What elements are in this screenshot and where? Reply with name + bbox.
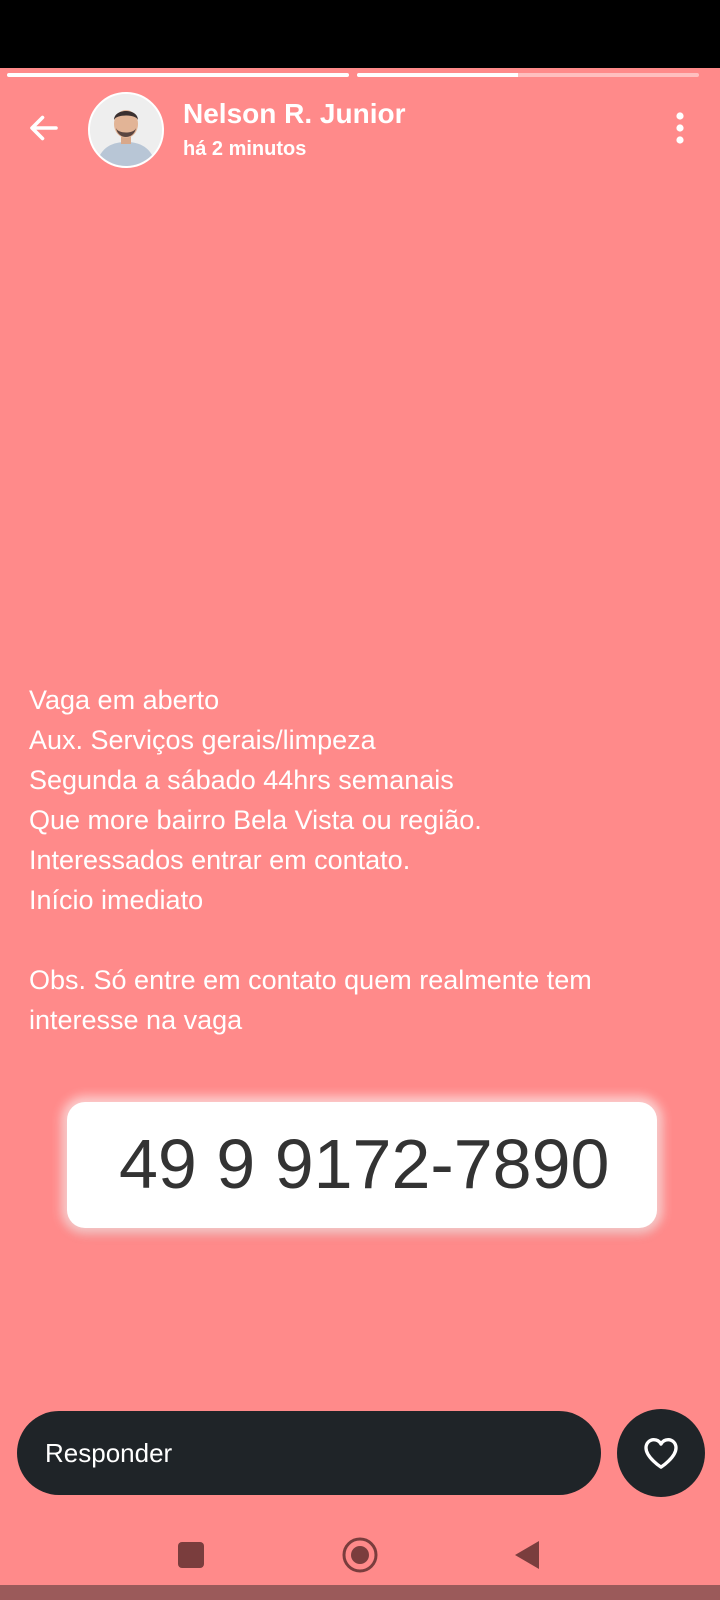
message-line: Início imediato [29,885,204,915]
message-line: Vaga em aberto [29,685,220,715]
message-line: Interessados entrar em contato. [29,845,411,875]
phone-number: 49 9 9172-7890 [119,1125,610,1203]
story-message: Vaga em aberto Aux. Serviços gerais/limp… [29,680,689,1040]
author-name[interactable]: Nelson R. Junior [183,98,405,130]
post-timestamp: há 2 minutos [183,138,307,160]
bottom-edge-strip [0,1585,720,1600]
nav-home-button[interactable] [330,1525,390,1585]
status-bar [0,0,720,68]
square-icon [178,1542,204,1568]
message-line: Segunda a sábado 44hrs semanais [29,765,454,795]
story-progress-segment-1 [7,73,349,77]
nav-recents-button[interactable] [161,1525,221,1585]
triangle-back-icon [515,1541,539,1569]
nav-back-button[interactable] [497,1525,557,1585]
message-line: Aux. Serviços gerais/limpeza [29,725,376,755]
story-progress-segment-2 [357,73,699,77]
heart-icon [644,1438,678,1469]
back-button[interactable] [22,106,66,150]
more-options-button[interactable] [660,108,700,148]
reply-placeholder: Responder [45,1438,173,1468]
system-navigation-bar [0,1525,720,1585]
story-progress-fill-2 [357,73,518,77]
message-line: interesse na vaga [29,1005,243,1035]
phone-number-card: 49 9 9172-7890 [67,1102,657,1228]
circle-icon [342,1537,378,1573]
message-line: Que more bairro Bela Vista ou região. [29,805,482,835]
message-line: Obs. Só entre em contato quem realmente … [29,965,592,995]
more-vertical-icon [676,112,684,144]
arrow-left-icon [30,115,58,141]
reply-input[interactable]: Responder [17,1411,601,1495]
author-avatar[interactable] [88,92,164,168]
avatar-photo [90,94,162,166]
story-progress-fill-1 [7,73,349,77]
like-button[interactable] [617,1409,705,1497]
message-line-blank [29,920,689,960]
